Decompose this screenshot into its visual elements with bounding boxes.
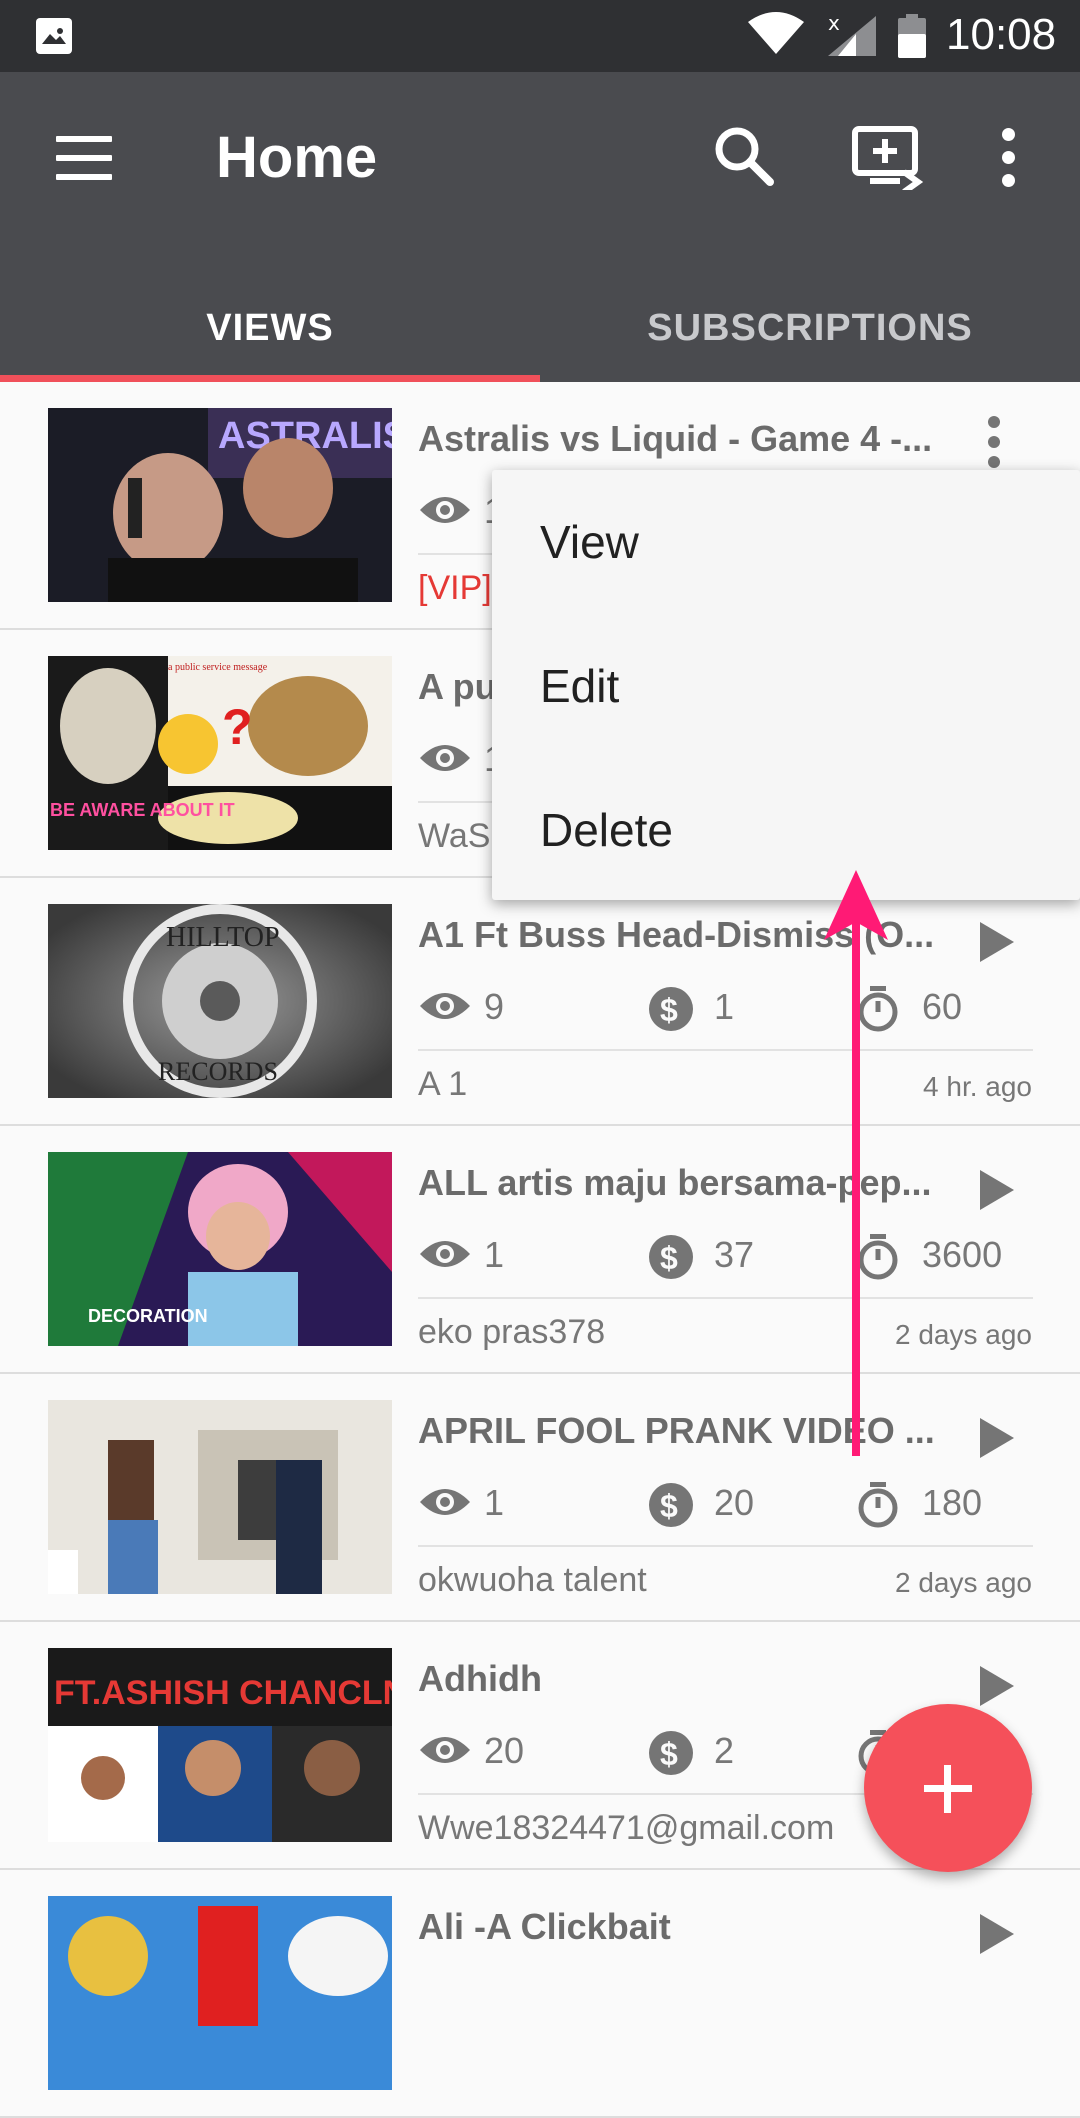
- duration-count: 180: [922, 1482, 983, 1523]
- views-count: 1: [484, 1234, 505, 1275]
- eye-icon: [420, 745, 470, 771]
- tab-bar: VIEWS SUBSCRIPTIONS: [0, 272, 1080, 382]
- views-count: 1: [484, 1482, 505, 1523]
- earnings-count: 1: [714, 986, 735, 1027]
- wifi-icon: [748, 12, 804, 54]
- add-to-screen-icon[interactable]: [852, 126, 924, 190]
- app-bar: Home VIEWS SUBSCRIPTIONS: [0, 72, 1080, 382]
- item-more-options-icon[interactable]: [988, 416, 1000, 472]
- add-fab-button[interactable]: [864, 1704, 1032, 1872]
- video-stats: 1 $ 37 3600: [418, 1230, 1033, 1280]
- play-icon[interactable]: [980, 1418, 1014, 1458]
- video-author: okwuoha talent: [418, 1561, 647, 1599]
- row-divider: [418, 1297, 1033, 1299]
- views-count: 20: [484, 1730, 525, 1771]
- eye-icon: [420, 1489, 470, 1515]
- svg-text:$: $: [660, 1488, 678, 1524]
- list-item[interactable]: DECORATION ALL artis maju bersama-pep...…: [0, 1126, 1080, 1374]
- eye-icon: [420, 993, 470, 1019]
- menu-item-view[interactable]: View: [492, 470, 1080, 614]
- earnings-count: 20: [714, 1482, 755, 1523]
- menu-item-delete[interactable]: Delete: [492, 758, 1080, 902]
- search-icon[interactable]: [712, 124, 776, 188]
- video-thumbnail[interactable]: FT.ASHISH CHANCLNI: [48, 1648, 392, 1842]
- duration-count: 3600: [922, 1234, 1003, 1275]
- annotation-arrow-icon: [824, 870, 888, 1456]
- video-title: Adhidh: [418, 1658, 542, 1699]
- video-thumbnail[interactable]: HILLTOP RECORDS: [48, 904, 392, 1098]
- play-icon[interactable]: [980, 922, 1014, 962]
- video-thumbnail[interactable]: ? a public service message BE AWARE ABOU…: [48, 656, 392, 850]
- views-count: 9: [484, 986, 505, 1027]
- video-title: Ali -A Clickbait: [418, 1906, 671, 1947]
- svg-text:$: $: [660, 992, 678, 1028]
- play-icon[interactable]: [980, 1914, 1014, 1954]
- status-bar: x 10:08: [0, 0, 1080, 72]
- earnings-count: 37: [714, 1234, 755, 1275]
- video-thumbnail[interactable]: [48, 1400, 392, 1594]
- more-options-icon[interactable]: [1000, 128, 1016, 188]
- video-author: Wwe18324471@gmail.com: [418, 1809, 835, 1847]
- signal-icon: x: [828, 12, 876, 56]
- svg-text:?: ?: [222, 699, 253, 755]
- list-item[interactable]: HILLTOP RECORDS A1 Ft Buss Head-Dismiss …: [0, 878, 1080, 1126]
- dollar-icon: $: [649, 987, 693, 1031]
- dollar-icon: $: [649, 1235, 693, 1279]
- dollar-icon: $: [649, 1483, 693, 1527]
- dollar-icon: $: [649, 1731, 693, 1775]
- status-time: 10:08: [946, 10, 1057, 59]
- play-icon[interactable]: [980, 1666, 1014, 1706]
- svg-text:FT.ASHISH CHANCLNI: FT.ASHISH CHANCLNI: [54, 1674, 392, 1712]
- battery-icon: [898, 14, 926, 58]
- video-stats: 9 $ 1 60: [418, 982, 1033, 1032]
- eye-icon: [420, 1737, 470, 1763]
- svg-text:DECORATION: DECORATION: [88, 1306, 208, 1326]
- hamburger-menu-icon[interactable]: [56, 136, 112, 180]
- svg-text:$: $: [660, 1240, 678, 1276]
- video-thumbnail[interactable]: ASTRALIS: [48, 408, 392, 602]
- tab-indicator: [0, 375, 540, 382]
- row-divider: [418, 1545, 1033, 1547]
- row-divider: [418, 1049, 1033, 1051]
- svg-text:$: $: [660, 1736, 678, 1772]
- tab-views[interactable]: VIEWS: [0, 272, 540, 382]
- video-author: [VIP]: [418, 569, 492, 607]
- context-menu: View Edit Delete: [492, 470, 1080, 900]
- eye-icon: [420, 1241, 470, 1267]
- eye-icon: [420, 497, 470, 523]
- video-time-ago: 2 days ago: [895, 1567, 1032, 1598]
- svg-text:a public service message: a public service message: [168, 662, 268, 673]
- page-title: Home: [216, 125, 378, 190]
- duration-count: 60: [922, 986, 963, 1027]
- menu-item-edit[interactable]: Edit: [492, 614, 1080, 758]
- video-thumbnail[interactable]: DECORATION: [48, 1152, 392, 1346]
- video-title: Astralis vs Liquid - Game 4 -...: [418, 418, 933, 459]
- video-author: eko pras378: [418, 1313, 606, 1351]
- video-thumbnail[interactable]: [48, 1896, 392, 2090]
- svg-text:HILLTOP: HILLTOP: [166, 922, 280, 953]
- thumb-text: BE AWARE ABOUT IT: [50, 800, 235, 820]
- timer-icon: [858, 1482, 898, 1528]
- svg-text:x: x: [828, 12, 840, 35]
- tab-subscriptions[interactable]: SUBSCRIPTIONS: [540, 272, 1080, 382]
- video-author: WaS: [418, 817, 491, 855]
- list-item[interactable]: APRIL FOOL PRANK VIDEO ... 1 $ 20 180 ok…: [0, 1374, 1080, 1622]
- image-notification-icon: [36, 18, 72, 54]
- video-author: A 1: [418, 1065, 468, 1103]
- earnings-count: 2: [714, 1730, 735, 1771]
- list-item[interactable]: Ali -A Clickbait: [0, 1870, 1080, 2118]
- video-stats: 1 $ 20 180: [418, 1478, 1033, 1528]
- video-time-ago: 4 hr. ago: [923, 1071, 1032, 1102]
- svg-text:RECORDS: RECORDS: [158, 1057, 278, 1086]
- play-icon[interactable]: [980, 1170, 1014, 1210]
- video-time-ago: 2 days ago: [895, 1319, 1032, 1350]
